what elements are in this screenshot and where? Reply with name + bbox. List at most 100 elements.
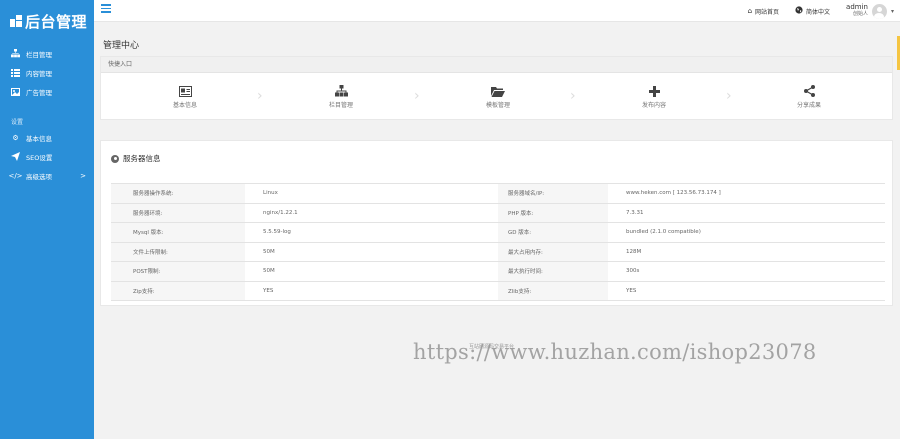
row-label: 最大占用内存: [498,242,608,262]
row-label: Zip支持: [111,281,245,301]
page-title: 管理中心 [103,41,140,51]
folder-open-icon [453,85,543,97]
quick-item-label: 栏目管理 [328,102,353,109]
sidebar-settings-nav: ⚙ 基本信息 SEO设置 </> 高级选项 > [0,128,94,185]
row-label: 服务器域名/IP: [498,183,608,204]
info-circle-icon [111,154,119,163]
site-home-link[interactable]: ⌂ 网站首页 [748,7,779,16]
row-value: 128M [608,242,885,262]
code-icon: </> [8,171,23,180]
sidebar-nav: 栏目管理 内容管理 广告管理 [0,44,94,101]
quick-item-publish[interactable]: 发布内容 [609,85,699,109]
row-value: www.heken.com [ 123.56.73.174 ] [608,183,885,204]
sidebar-item-label: 基本信息 [26,134,52,143]
sidebar-section-settings: 设置 [11,119,24,126]
chevron-right-icon: › [570,88,576,104]
chevron-right-icon: › [257,88,263,104]
row-value: 300s [608,261,885,282]
row-label: Mysql 版本: [111,222,245,243]
table-row: Zip支持: YES Zlib支持: YES [111,281,885,301]
row-label: POST限制: [111,261,245,282]
id-card-icon [140,85,230,97]
watermark-small: 互站网源码交易平台 [469,344,515,350]
user-info: admin 创始人 [846,4,868,18]
sidebar-item-seo[interactable]: SEO设置 [0,147,94,166]
list-icon [11,68,20,77]
sidebar-item-label: 栏目管理 [26,50,52,59]
sitemap-icon [11,49,20,58]
row-value: nginx/1.22.1 [245,203,498,223]
quick-item-templates[interactable]: 模板管理 [453,85,543,109]
server-info-header: 服务器信息 [111,153,161,164]
row-label: Zlib支持: [498,281,608,301]
send-icon [11,152,20,161]
row-label: 文件上传限制: [111,242,245,262]
globe-icon [795,6,803,16]
avatar[interactable] [871,3,887,19]
table-row: 服务器操作系统: Linux 服务器域名/IP: www.heken.com [ 12… [111,183,885,204]
logo-text: 后台管理 [25,12,88,31]
quick-item-label: 基本信息 [172,102,197,109]
user-menu[interactable]: admin 创始人 ▾ [846,3,894,19]
chevron-down-icon[interactable]: ▾ [891,8,894,15]
gear-icon: ⚙ [12,133,19,142]
image-icon [11,87,20,96]
quick-item-label: 发布内容 [641,102,666,109]
chevron-right-icon: > [80,171,86,180]
user-role: 创始人 [852,11,868,17]
logo-icon [10,15,22,27]
share-icon [764,85,854,97]
quick-entry-header: 快捷入口 [101,57,892,73]
sidebar-item-label: 内容管理 [26,69,52,78]
row-value: 5.5.59-log [245,222,498,243]
quick-item-basic-info[interactable]: 基本信息 [140,85,230,109]
quick-entry-panel: 快捷入口 基本信息 › 栏目管理 › 模板管理 › 发布内容 › 分享成果 [100,56,893,120]
sidebar-item-columns[interactable]: 栏目管理 [0,44,94,63]
home-icon: ⌂ [747,7,753,15]
row-label: GD 版本: [498,222,608,243]
table-row: 服务器环境: nginx/1.22.1 PHP 版本: 7.3.31 [111,203,885,223]
row-label: PHP 版本: [498,203,608,223]
logo[interactable]: 后台管理 [10,12,88,31]
row-label: 最大执行时间: [498,261,608,282]
table-row: Mysql 版本: 5.5.59-log GD 版本: bundled (2.1.0 … [111,222,885,243]
topbar-actions: ⌂ 网站首页 简体中文 admin 创始人 ▾ [748,0,894,22]
row-value: YES [245,281,498,301]
sitemap-icon [296,85,386,97]
menu-toggle-icon[interactable] [101,4,111,13]
sidebar-item-advanced[interactable]: </> 高级选项 > [0,166,94,185]
topbar: ⌂ 网站首页 简体中文 admin 创始人 ▾ [94,0,900,22]
row-value: 50M [245,261,498,282]
server-info-panel: 服务器信息 服务器操作系统: Linux 服务器域名/IP: www.heken.co… [100,140,893,306]
table-row: 文件上传限制: 50M 最大占用内存: 128M [111,242,885,262]
row-label: 服务器环境: [111,203,245,223]
username: admin [846,3,868,11]
row-value: 50M [245,242,498,262]
sidebar-item-ads[interactable]: 广告管理 [0,82,94,101]
quick-item-columns[interactable]: 栏目管理 [296,85,386,109]
row-value: YES [608,281,885,301]
server-info-title: 服务器信息 [123,154,161,163]
row-value: Linux [245,183,498,204]
language-label: 简体中文 [806,8,831,16]
sidebar-item-label: 广告管理 [26,88,52,97]
row-value: bundled (2.1.0 compatible) [608,222,885,243]
quick-item-label: 模板管理 [485,102,510,109]
quick-item-label: 分享成果 [796,102,821,109]
table-row: POST限制: 50M 最大执行时间: 300s [111,261,885,282]
quick-entry-row: 基本信息 › 栏目管理 › 模板管理 › 发布内容 › 分享成果 [101,73,892,119]
row-value: 7.3.31 [608,203,885,223]
sidebar-item-label: 高级选项 [26,172,52,181]
sidebar: 后台管理 栏目管理 内容管理 广告管理 设置 ⚙ 基本信息 SEO设置 </> … [0,0,94,439]
site-home-label: 网站首页 [755,8,780,16]
chevron-right-icon: › [726,88,732,104]
quick-item-share[interactable]: 分享成果 [764,85,854,109]
row-label: 服务器操作系统: [111,183,245,204]
server-info-table: 服务器操作系统: Linux 服务器域名/IP: www.heken.com [ 12… [111,183,885,301]
language-switch[interactable]: 简体中文 [795,6,830,16]
sidebar-item-label: SEO设置 [26,153,53,162]
chevron-right-icon: › [414,88,420,104]
plus-icon [609,85,699,97]
sidebar-item-basic-info[interactable]: ⚙ 基本信息 [0,128,94,147]
sidebar-item-content[interactable]: 内容管理 [0,63,94,82]
